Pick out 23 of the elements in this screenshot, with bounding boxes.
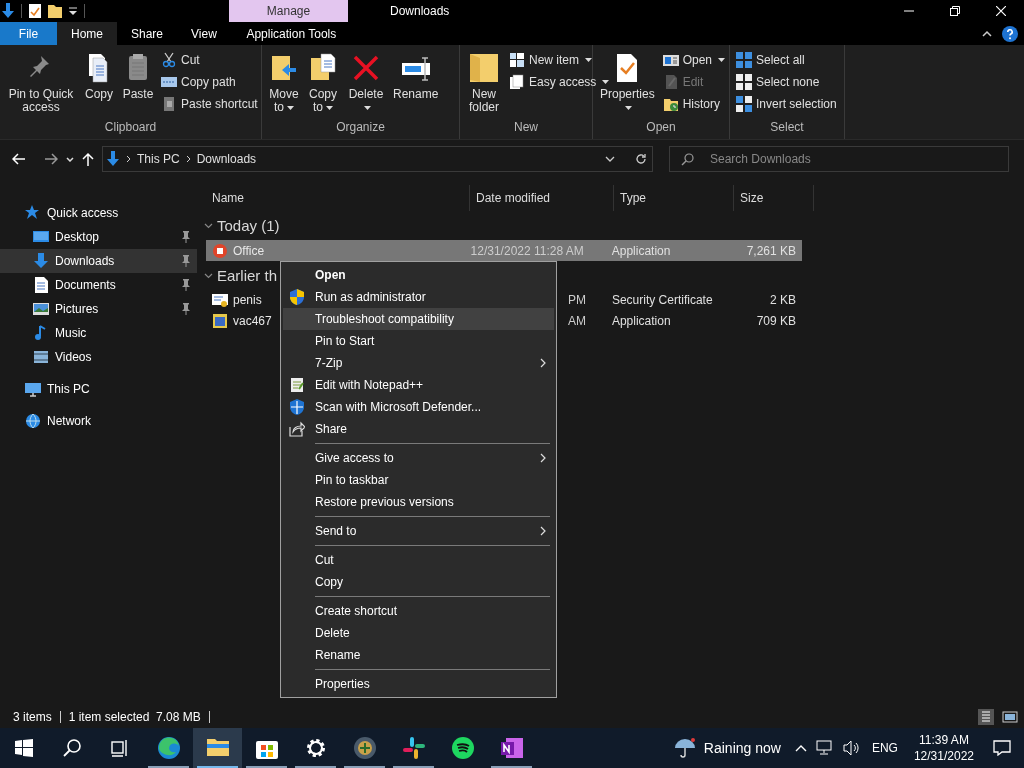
group-label: Organize (335, 119, 386, 136)
file-date: AM (566, 312, 587, 330)
file-type: Security Certificate (610, 291, 714, 309)
file-size: 7,261 KB (745, 242, 797, 260)
file-name: Office (233, 242, 265, 260)
file-size: 709 KB (755, 312, 797, 330)
group-label: Select (769, 119, 805, 136)
window-title: Downloads (389, 3, 451, 20)
file-name: penis (233, 291, 262, 309)
file-name: vac467 (233, 312, 272, 330)
item-count: 3 items (13, 709, 52, 726)
file-date: PM (566, 291, 587, 309)
file-type: Application (610, 312, 672, 330)
file-type: Application (610, 242, 672, 260)
group-label: Clipboard (103, 119, 158, 136)
clock-date: 12/31/2022 (913, 748, 974, 764)
file-size: 2 KB (769, 291, 797, 309)
group-label: New (513, 119, 539, 136)
group-label: Open (645, 119, 677, 136)
file-date: 12/31/2022 11:28 AM (469, 242, 585, 260)
context-tab-header: Manage (229, 0, 348, 22)
selection-info: 1 item selected 7.08 MB (68, 709, 201, 726)
clock-time: 11:39 AM (919, 732, 969, 748)
